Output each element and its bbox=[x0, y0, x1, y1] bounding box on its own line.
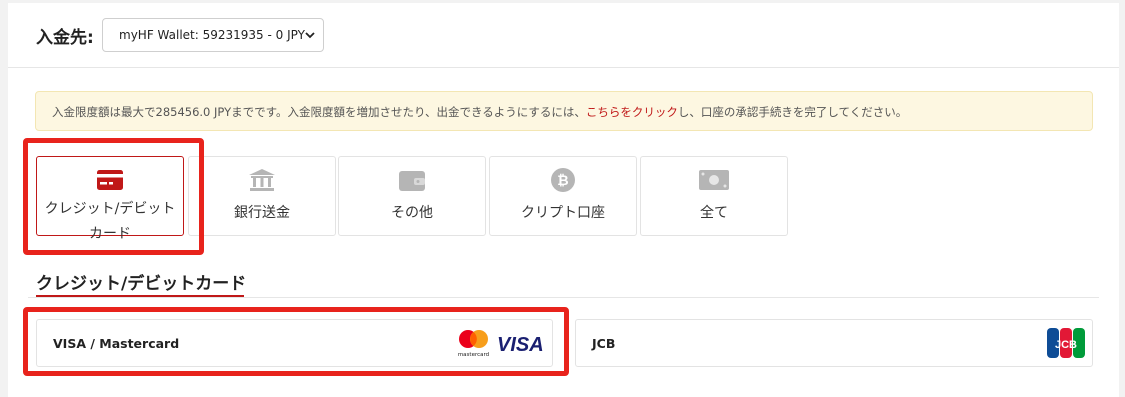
svg-text:JCB: JCB bbox=[1055, 339, 1077, 351]
method-label-bank-transfer: 銀行送金 bbox=[234, 205, 290, 221]
notice-text-before: 入金限度額は最大で285456.0 JPYまでです。入金限度額を増加させたり、出… bbox=[52, 105, 586, 119]
method-tile-crypto[interactable]: ₿ クリプト口座 bbox=[489, 156, 637, 236]
deposit-target-row: 入金先: myHF Wallet: 59231935 - 0 JPY bbox=[8, 3, 1119, 68]
svg-text:₿: ₿ bbox=[557, 173, 568, 189]
bitcoin-icon: ₿ bbox=[551, 168, 575, 192]
method-label-crypto: クリプト口座 bbox=[521, 205, 605, 221]
highlight-box-visa-mastercard bbox=[23, 307, 569, 376]
notice-click-here-link[interactable]: こちらをクリック bbox=[586, 105, 678, 119]
wallet-icon bbox=[399, 171, 425, 191]
deposit-to-label: 入金先: bbox=[36, 28, 94, 48]
card-option-jcb[interactable]: JCB JCB bbox=[575, 319, 1093, 367]
section-divider bbox=[28, 297, 1099, 298]
method-tile-other[interactable]: その他 bbox=[338, 156, 486, 236]
account-select-value: myHF Wallet: 59231935 - 0 JPY bbox=[119, 28, 305, 42]
chevron-down-icon bbox=[305, 32, 315, 39]
method-tile-all[interactable]: 全て bbox=[640, 156, 788, 236]
method-label-all: 全て bbox=[700, 205, 728, 221]
section-title: クレジット/デビットカード bbox=[36, 274, 247, 294]
jcb-logo: JCB bbox=[1047, 328, 1085, 358]
highlight-box-credit-card-method bbox=[23, 138, 204, 255]
deposit-limit-notice: 入金限度額は最大で285456.0 JPYまでです。入金限度額を増加させたり、出… bbox=[35, 91, 1093, 131]
method-label-other: その他 bbox=[391, 205, 433, 221]
method-tile-bank-transfer[interactable]: 銀行送金 bbox=[188, 156, 336, 236]
card-option-name: JCB bbox=[592, 336, 616, 351]
notice-text-after: し、口座の承認手続きを完了してください。 bbox=[677, 105, 908, 119]
cash-icon bbox=[699, 170, 729, 190]
bank-icon bbox=[249, 169, 275, 191]
section-title-underline bbox=[36, 295, 244, 297]
account-select[interactable]: myHF Wallet: 59231935 - 0 JPY bbox=[102, 18, 324, 52]
